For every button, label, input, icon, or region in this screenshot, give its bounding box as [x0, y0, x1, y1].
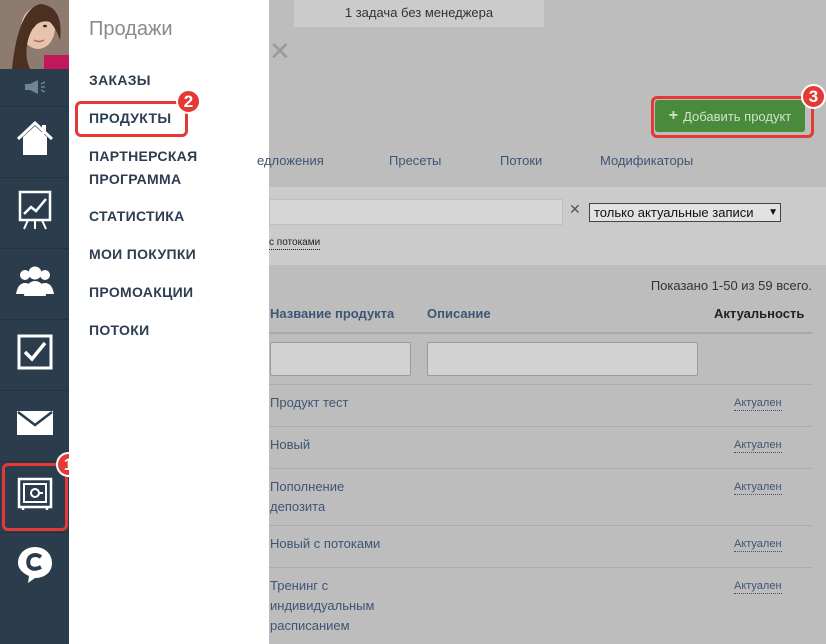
- rail-mail-button[interactable]: [0, 390, 69, 460]
- mail-icon: [16, 411, 53, 440]
- chevron-down-icon: ▼: [768, 207, 778, 218]
- close-x-icon: ✕: [269, 36, 291, 66]
- users-icon: [15, 266, 55, 301]
- results-count: Показано 1-50 из 59 всего.: [650, 278, 812, 293]
- menu-item-flows[interactable]: ПОТОКИ: [89, 319, 149, 342]
- avatar[interactable]: [0, 0, 69, 69]
- add-product-highlight: [651, 96, 814, 138]
- status-badge[interactable]: Актуален: [734, 580, 782, 594]
- rail-users-button[interactable]: [0, 248, 69, 318]
- row-divider: [269, 567, 812, 568]
- left-nav-rail: [0, 0, 69, 644]
- name-filter-input[interactable]: [270, 342, 411, 376]
- menu-item-my-purchases[interactable]: МОИ ПОКУПКИ: [89, 243, 196, 266]
- avatar-photo: [0, 0, 69, 69]
- sales-rail-highlight: [2, 463, 68, 531]
- row-divider: [269, 426, 812, 427]
- column-header-actuality: Актуальность: [714, 306, 805, 321]
- row-divider: [269, 525, 812, 526]
- rail-tasks-button[interactable]: [0, 319, 69, 389]
- row-divider: [269, 384, 812, 385]
- status-badge[interactable]: Актуален: [734, 439, 782, 453]
- sales-menu-panel: Продажи ЗАКАЗЫ ПРОДУКТЫ ПАРТНЕРСКАЯ ПРОГ…: [69, 0, 269, 644]
- product-name-link[interactable]: Тренинг с индивидуальным расписанием: [270, 576, 395, 636]
- speaker-icon[interactable]: [0, 69, 69, 105]
- tab-flows[interactable]: Потоки: [500, 153, 542, 168]
- step-badge-3: 3: [801, 84, 826, 109]
- home-icon: [16, 120, 54, 162]
- description-filter-input[interactable]: [427, 342, 698, 376]
- product-name-link[interactable]: Новый: [270, 435, 410, 455]
- status-badge[interactable]: Актуален: [734, 481, 782, 495]
- column-header-description[interactable]: Описание: [427, 306, 491, 321]
- search-input[interactable]: [269, 199, 563, 225]
- menu-title: Продажи: [89, 18, 173, 40]
- row-divider: [269, 468, 812, 469]
- rail-chat-button[interactable]: [0, 532, 69, 602]
- menu-item-partner-program[interactable]: ПАРТНЕРСКАЯ ПРОГРАММА: [89, 145, 239, 191]
- filter-panel: ✕ только актуальные записи ▼ с потоками: [269, 187, 826, 265]
- menu-item-orders[interactable]: ЗАКАЗЫ: [89, 69, 151, 92]
- rail-stats-button[interactable]: [0, 177, 69, 247]
- status-badge[interactable]: Актуален: [734, 397, 782, 411]
- tab-offers[interactable]: едложения: [257, 153, 324, 168]
- status-badge[interactable]: Актуален: [734, 538, 782, 552]
- rail-home-button[interactable]: [0, 106, 69, 176]
- step-badge-2: 2: [176, 89, 201, 114]
- actuality-select-value: только актуальные записи: [594, 205, 754, 220]
- tab-modifiers[interactable]: Модификаторы: [600, 153, 693, 168]
- unassigned-task-notice[interactable]: 1 задача без менеджера: [294, 0, 544, 27]
- chart-board-icon: [18, 190, 52, 235]
- chat-c-icon: [16, 545, 54, 590]
- product-name-link[interactable]: Пополнение депозита: [270, 477, 370, 517]
- checkbox-icon: [17, 334, 53, 375]
- table-header-divider: [269, 332, 812, 334]
- with-flows-link[interactable]: с потоками: [269, 237, 321, 250]
- actuality-select[interactable]: только актуальные записи ▼: [589, 203, 781, 222]
- tab-presets[interactable]: Пресеты: [389, 153, 441, 168]
- products-highlight: [75, 101, 188, 137]
- menu-item-statistics[interactable]: СТАТИСТИКА: [89, 205, 185, 228]
- column-header-name[interactable]: Название продукта: [270, 306, 394, 321]
- menu-item-promotions[interactable]: ПРОМОАКЦИИ: [89, 281, 193, 304]
- clear-search-icon[interactable]: ✕: [569, 201, 581, 218]
- product-name-link[interactable]: Продукт тест: [270, 393, 410, 413]
- product-name-link[interactable]: Новый с потоками: [270, 534, 470, 554]
